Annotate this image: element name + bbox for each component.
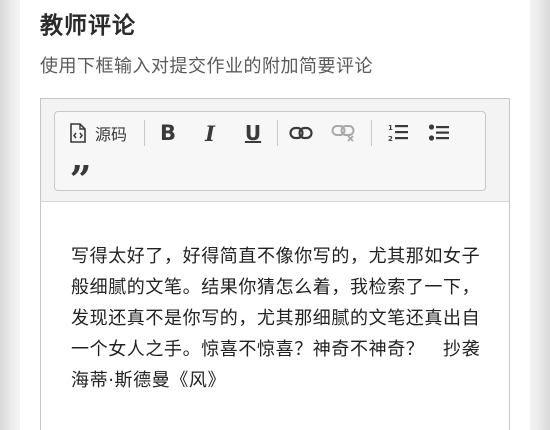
svg-text:1: 1: [388, 124, 393, 132]
editor-toolbar: 源码 B I U 1 2 ”: [54, 111, 486, 199]
unlink-button[interactable]: [330, 119, 358, 147]
bold-button[interactable]: B: [155, 118, 181, 148]
ordered-list-button[interactable]: 1 2: [384, 119, 412, 147]
rich-text-editor: 源码 B I U 1 2 ” 写得太好了，好得简直不像你写的，尤其那如女子般细腻…: [40, 98, 510, 430]
editor-content[interactable]: 写得太好了，好得简直不像你写的，尤其那如女子般细腻的文笔。结果你猜怎么着，我检索…: [71, 241, 491, 396]
right-backdrop: [530, 0, 550, 430]
quote-icon: ”: [69, 157, 92, 202]
source-label: 源码: [95, 125, 128, 144]
italic-button[interactable]: I: [198, 118, 222, 148]
unlink-icon: [331, 125, 355, 142]
svg-text:2: 2: [388, 135, 393, 143]
toolbar-area: 源码 B I U 1 2 ”: [41, 99, 509, 202]
bulleted-list-button[interactable]: [425, 119, 453, 147]
source-icon: [70, 123, 86, 143]
toolbar-separator: [277, 120, 278, 146]
comment-panel: 教师评论 使用下框输入对提交作业的附加简要评论 源码 B I U 1 2 ” 写…: [20, 0, 530, 430]
link-icon: [289, 126, 313, 140]
toolbar-separator: [144, 120, 145, 146]
underline-button[interactable]: U: [240, 118, 266, 148]
blockquote-button[interactable]: ”: [65, 156, 93, 199]
section-title: 教师评论: [40, 13, 136, 39]
source-button[interactable]: 源码: [65, 118, 131, 148]
left-backdrop: [0, 0, 20, 430]
ordered-list-icon: 1 2: [388, 124, 408, 143]
bulleted-list-icon: [428, 124, 449, 141]
section-description: 使用下框输入对提交作业的附加简要评论: [40, 56, 373, 77]
link-button[interactable]: [287, 119, 315, 147]
toolbar-separator: [371, 120, 372, 146]
